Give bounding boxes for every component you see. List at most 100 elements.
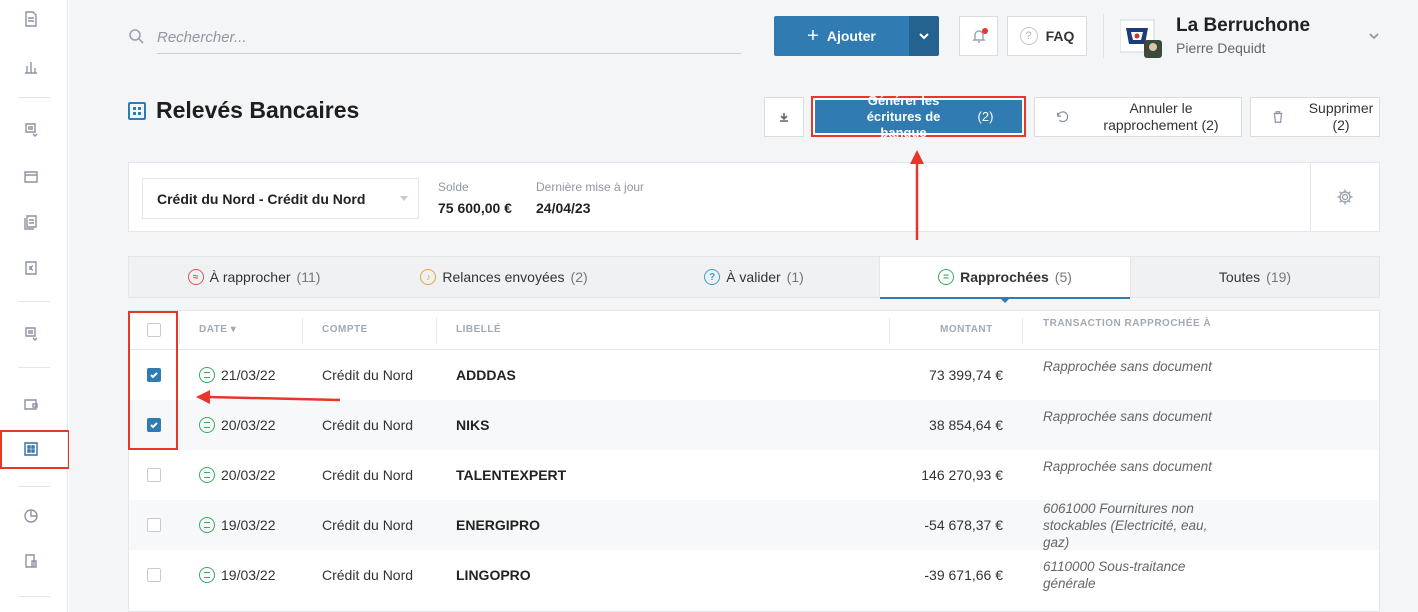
company-name[interactable]: La Berruchone (1176, 15, 1310, 37)
row-date: 19/03/22 (221, 567, 276, 583)
add-dropdown-button[interactable] (909, 16, 939, 56)
mobile-doc-icon[interactable] (22, 552, 40, 570)
tab-label: Rapprochées (960, 269, 1049, 285)
sidebar-divider (18, 301, 50, 302)
receipt-icon[interactable] (22, 325, 40, 343)
row-amount: -39 671,66 € (924, 567, 1003, 583)
row-label: NIKS (456, 417, 490, 433)
table-row[interactable]: 19/03/22 Crédit du Nord LINGOPRO -39 671… (129, 550, 1379, 600)
column-amount[interactable]: MONTANT (940, 324, 993, 335)
user-name[interactable]: Pierre Dequidt (1176, 40, 1266, 56)
row-label: ENERGIPRO (456, 517, 541, 533)
generate-entries-count: (2) (977, 109, 994, 124)
search-input[interactable] (157, 22, 741, 54)
column-reconciled-transaction[interactable]: TRANSACTION RAPPROCHÉE À (1043, 318, 1213, 330)
generate-entries-button[interactable]: Générer les écritures de banque (2) (811, 93, 1026, 140)
document-icon[interactable] (22, 10, 40, 28)
add-button[interactable]: + Ajouter (774, 16, 909, 56)
card-icon[interactable] (22, 168, 40, 186)
row-checkbox[interactable] (147, 568, 161, 582)
download-icon (780, 113, 788, 122)
delete-label: Supprimer (2) (1308, 100, 1374, 133)
account-select-value: Crédit du Nord - Crédit du Nord (157, 190, 366, 207)
column-label[interactable]: LIBELLÉ (456, 324, 501, 335)
tab-reconciled[interactable]: = Rapprochées (5) (879, 257, 1131, 303)
faq-label: FAQ (1045, 28, 1075, 44)
tab-count: (1) (786, 269, 804, 285)
tab-to-reconcile[interactable]: ≈ À rapprocher (11) (129, 257, 379, 297)
bell-icon: ♪ (420, 269, 437, 285)
row-checkbox[interactable] (147, 468, 161, 482)
account-select[interactable]: Crédit du Nord - Crédit du Nord (142, 178, 419, 219)
chevron-down-icon (919, 33, 929, 40)
row-account: Crédit du Nord (322, 417, 414, 433)
tab-count: (2) (570, 269, 588, 285)
grid-icon (22, 440, 40, 458)
bar-chart-icon[interactable] (22, 58, 40, 76)
sidebar-divider (18, 596, 50, 597)
faq-button[interactable]: ? FAQ (1007, 16, 1087, 56)
page-title: Relevés Bancaires (156, 97, 360, 123)
row-account: Crédit du Nord (322, 367, 414, 383)
delete-button[interactable]: Supprimer (2) (1250, 97, 1380, 137)
header-divider (1103, 14, 1104, 58)
row-account: Crédit du Nord (322, 467, 414, 483)
tab-label: À valider (726, 269, 781, 285)
tab-label: Relances envoyées (442, 269, 565, 285)
row-account: Crédit du Nord (322, 517, 414, 533)
cancel-reconciliation-button[interactable]: Annuler le rapprochement (2) (1034, 97, 1242, 137)
sidebar-item-bank-statements[interactable] (0, 430, 70, 469)
row-label: LINGOPRO (456, 567, 531, 583)
help-icon: ? (1019, 27, 1038, 45)
balance-label: Solde (438, 180, 469, 194)
row-label: ADDDAS (456, 367, 516, 383)
chevron-down-icon[interactable] (1368, 29, 1380, 45)
sidebar-divider (18, 97, 50, 98)
table-row[interactable]: 21/03/22 Crédit du Nord ADDDAS 73 399,74… (129, 350, 1379, 400)
row-checkbox[interactable] (147, 518, 161, 532)
equals-icon: = (938, 269, 955, 285)
invoice-icon[interactable] (22, 121, 40, 139)
generate-entries-label: Générer les écritures de banque (866, 92, 941, 140)
sidebar-divider (18, 367, 50, 368)
plus-icon: + (807, 25, 819, 47)
reconciled-status-icon (199, 567, 215, 583)
last-update-label: Dernière mise à jour (536, 180, 645, 194)
table-header: DATE ▾ COMPTE LIBELLÉ MONTANT TRANSACTIO… (129, 311, 1379, 350)
transactions-table: DATE ▾ COMPTE LIBELLÉ MONTANT TRANSACTIO… (128, 310, 1380, 612)
tab-reminders-sent[interactable]: ♪ Relances envoyées (2) (379, 257, 629, 297)
notification-dot (982, 28, 988, 34)
row-label: TALENTEXPERT (456, 467, 567, 483)
row-date: 21/03/22 (221, 367, 276, 383)
notifications-button[interactable] (959, 16, 998, 56)
wallet-icon[interactable] (22, 395, 40, 413)
tab-to-validate[interactable]: ? À valider (1) (629, 257, 879, 297)
row-amount: 38 854,64 € (929, 417, 1003, 433)
row-account: Crédit du Nord (322, 567, 414, 583)
table-row[interactable]: 20/03/22 Crédit du Nord TALENTEXPERT 146… (129, 450, 1379, 500)
account-card: Crédit du Nord - Crédit du Nord Solde 75… (128, 162, 1380, 232)
bank-statements-icon (128, 102, 146, 120)
tab-label: À rapprocher (209, 269, 291, 285)
undo-icon (1057, 111, 1069, 123)
tab-count: (11) (296, 269, 321, 285)
reconciled-status-icon (199, 467, 215, 483)
row-transaction: Rapprochée sans document (1043, 409, 1212, 424)
pages-icon[interactable] (22, 213, 40, 231)
row-transaction: 6110000 Sous-traitance générale (1043, 559, 1186, 591)
sidebar-divider (18, 486, 50, 487)
download-button[interactable] (764, 97, 804, 137)
tab-all[interactable]: Toutes (19) (1131, 257, 1379, 297)
row-date: 20/03/22 (221, 417, 276, 433)
euro-doc-icon[interactable] (22, 259, 40, 277)
column-account[interactable]: COMPTE (322, 324, 368, 335)
table-row[interactable]: 19/03/22 Crédit du Nord ENERGIPRO -54 67… (129, 500, 1379, 550)
table-row[interactable]: 20/03/22 Crédit du Nord NIKS 38 854,64 €… (129, 400, 1379, 450)
balance-value: 75 600,00 € (438, 200, 512, 216)
pie-chart-icon[interactable] (22, 507, 40, 525)
row-transaction: Rapprochée sans document (1043, 459, 1212, 474)
column-date[interactable]: DATE ▾ (199, 324, 236, 335)
sidebar (0, 0, 70, 612)
gear-icon[interactable] (1336, 188, 1354, 209)
approx-icon: ≈ (187, 269, 204, 285)
